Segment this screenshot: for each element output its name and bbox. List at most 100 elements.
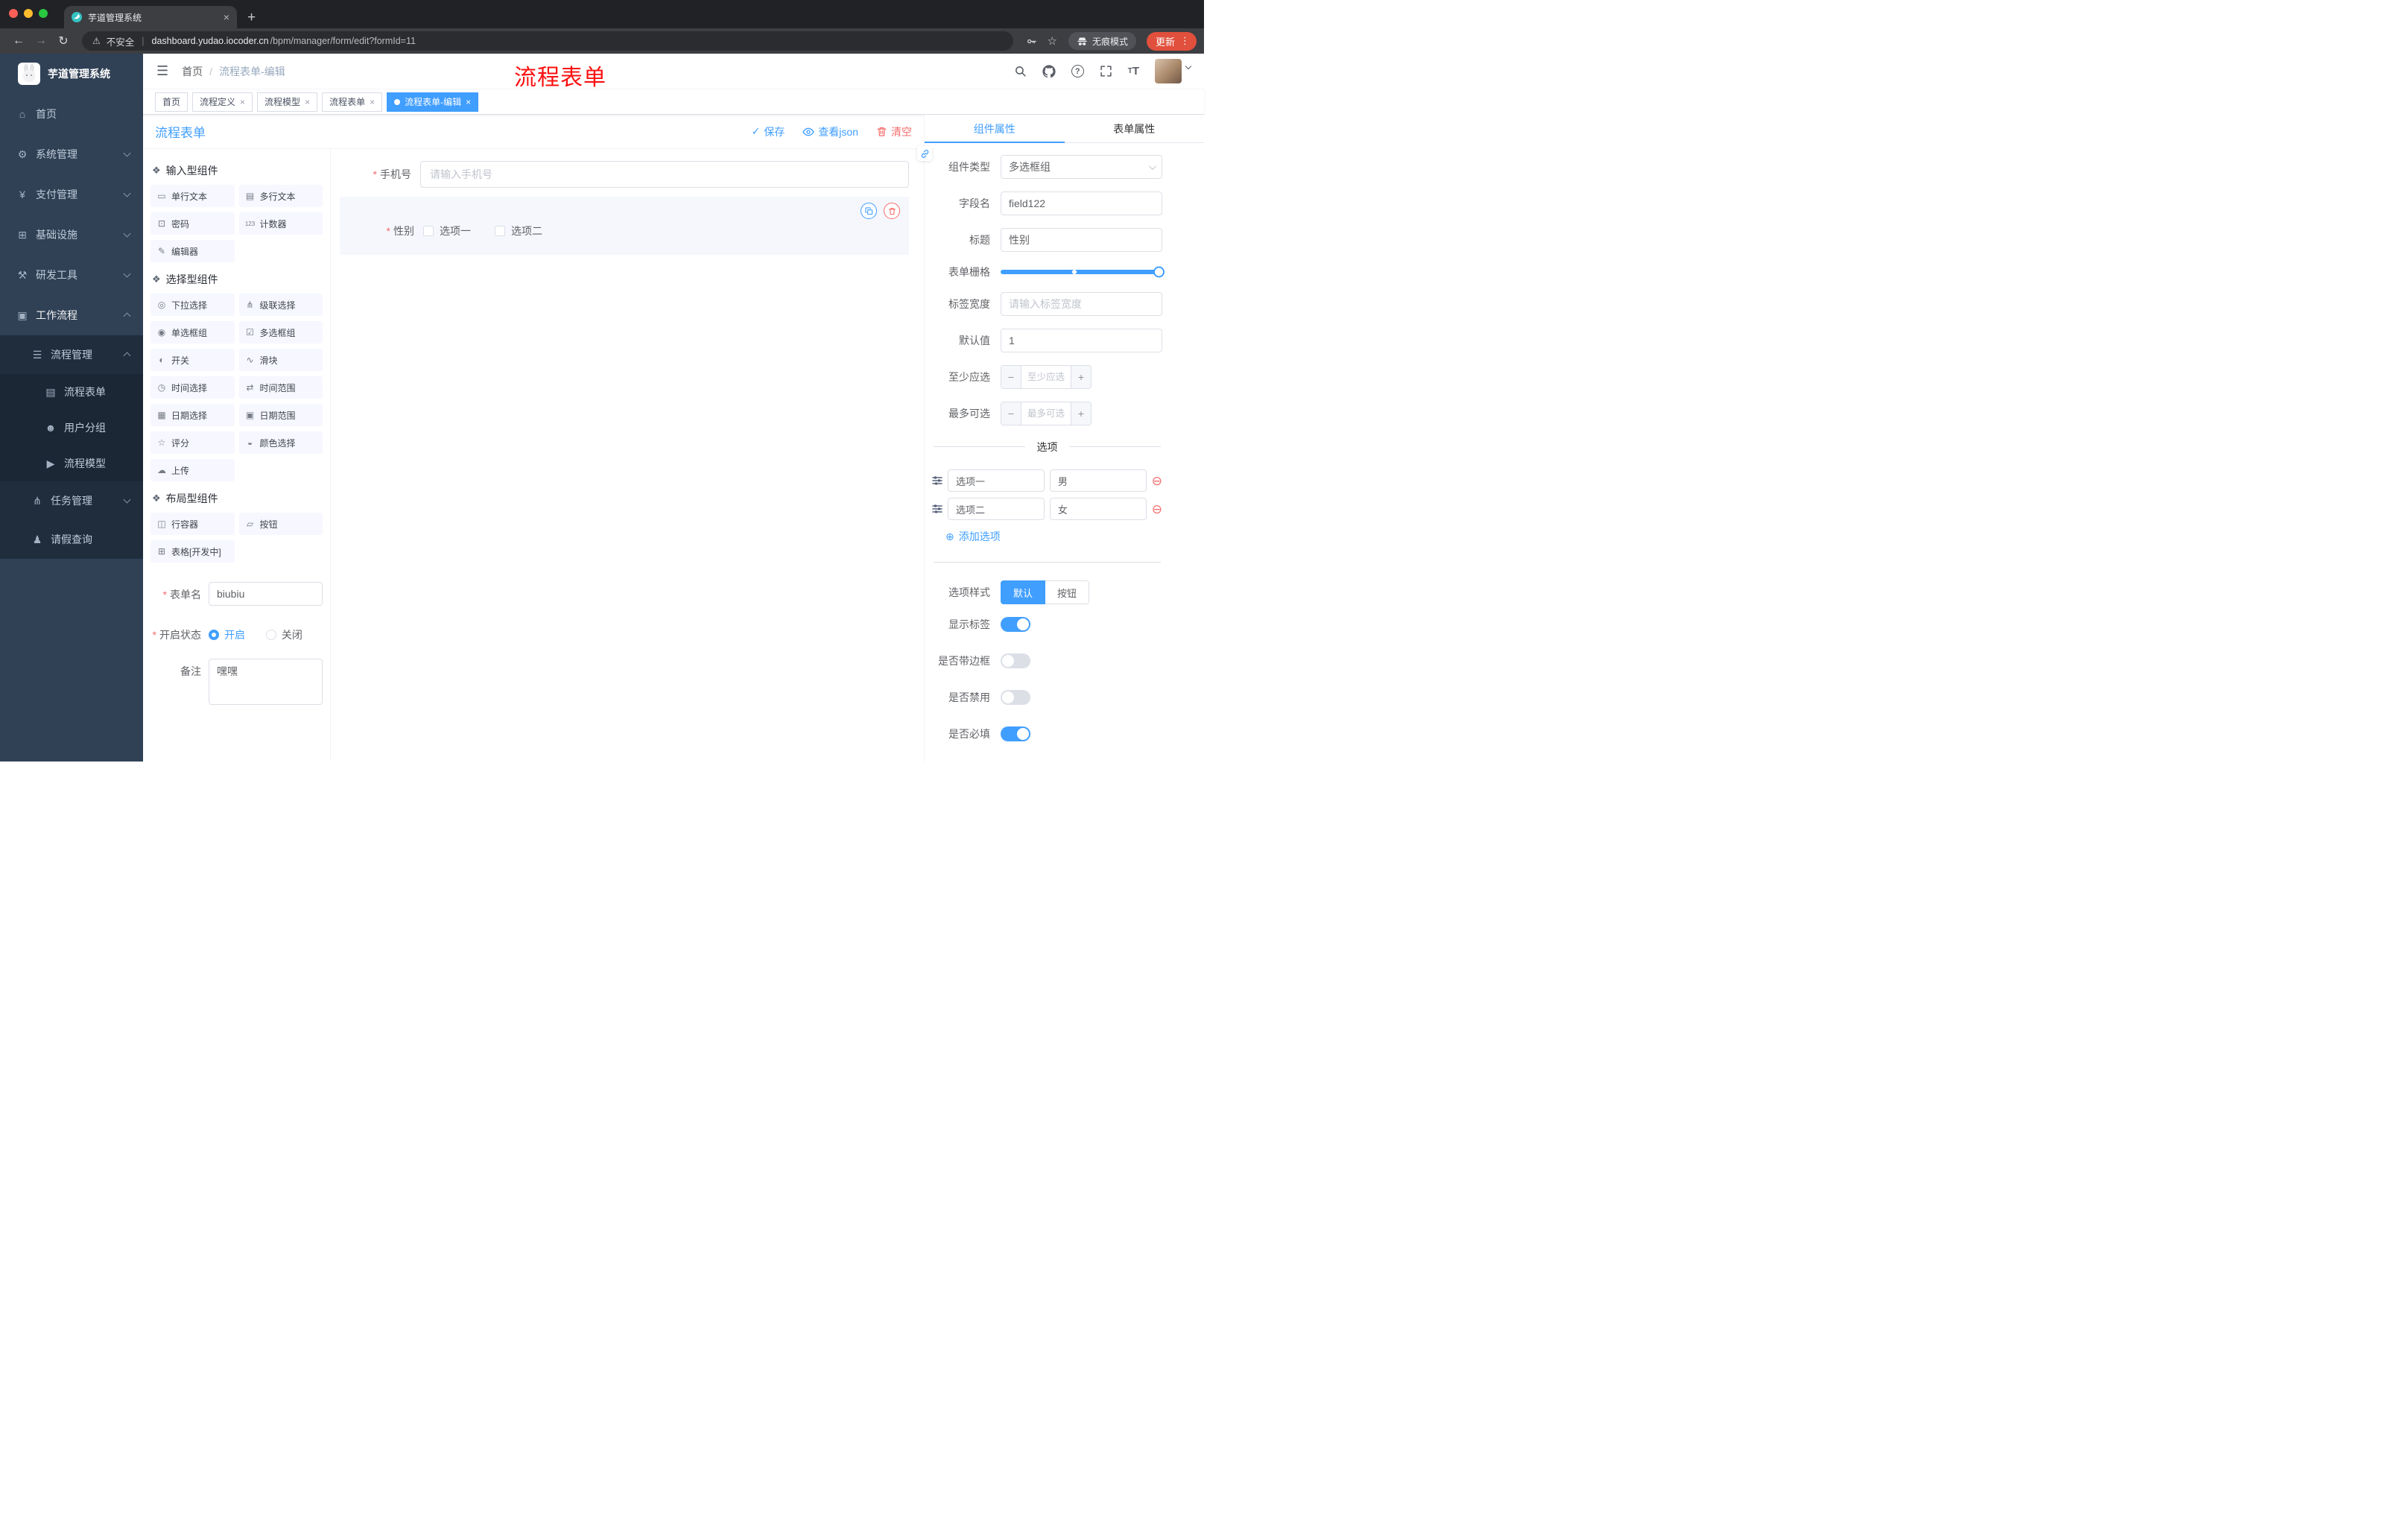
palette-item-multi-line-text[interactable]: ▤ 多行文本 [238,185,323,207]
tag-close-icon[interactable]: × [370,97,375,107]
sidebar-item-dev-tools[interactable]: ⚒ 研发工具 [0,255,143,295]
min-select-input[interactable] [1021,366,1071,388]
palette-item-select[interactable]: ◎ 下拉选择 [150,294,235,316]
palette-item-checkbox-group[interactable]: ☑ 多选框组 [238,321,323,343]
palette-item-row-container[interactable]: ◫ 行容器 [150,513,235,535]
palette-item-button[interactable]: ▱ 按钮 [238,513,323,535]
palette-item-editor[interactable]: ✎ 编辑器 [150,240,235,262]
label-width-input[interactable] [1001,292,1162,316]
sidebar-item-infrastructure[interactable]: ⊞ 基础设施 [0,215,143,255]
help-icon[interactable]: ? [1071,65,1084,77]
slider-handle[interactable] [1153,266,1165,278]
tag-close-icon[interactable]: × [305,97,310,107]
option-label-input[interactable] [948,469,1045,492]
clear-button[interactable]: 清空 [876,124,912,139]
link-icon[interactable] [917,146,932,161]
palette-item-radio-group[interactable]: ◉ 单选框组 [150,321,235,343]
font-size-icon[interactable]: TT [1128,65,1139,77]
default-value-input[interactable] [1001,329,1162,352]
palette-item-counter[interactable]: 123 计数器 [238,212,323,235]
form-canvas[interactable]: 手机号 性别 选项一 选项二 [331,149,924,762]
decrement-button[interactable]: − [1001,366,1021,388]
required-switch[interactable] [1001,726,1030,741]
checkbox-option-2[interactable]: 选项二 [495,224,542,238]
form-grid-slider[interactable] [1001,266,1165,278]
option-style-button-button[interactable]: 按钮 [1045,580,1090,604]
view-json-button[interactable]: 查看json [802,124,858,139]
phone-input[interactable] [420,161,909,188]
radio-open[interactable]: 开启 [209,622,245,642]
option-label-input[interactable] [948,498,1045,520]
zoom-window-button[interactable] [39,9,48,18]
back-button[interactable]: ← [7,34,30,48]
new-tab-button[interactable]: + [247,10,256,25]
with-border-switch[interactable] [1001,653,1030,668]
sidebar-item-process-form[interactable]: ▤ 流程表单 [0,374,143,410]
remove-option-icon[interactable]: ⊖ [1152,503,1162,516]
sidebar-item-process-model[interactable]: ▶ 流程模型 [0,446,143,481]
delete-component-button[interactable] [884,203,900,219]
drag-handle-icon[interactable] [932,475,942,486]
sidebar-item-home[interactable]: ⌂ 首页 [0,94,143,134]
add-option-button[interactable]: ⊕ 添加选项 [945,529,1162,544]
increment-button[interactable]: + [1071,366,1091,388]
field-name-input[interactable] [1001,191,1162,215]
tag-close-icon[interactable]: × [466,97,471,107]
browser-menu-update-button[interactable]: 更新 ⋮ [1146,31,1197,51]
palette-item-upload[interactable]: ☁ 上传 [150,459,235,481]
palette-item-slider[interactable]: ∿ 滑块 [238,349,323,371]
tab-component-props[interactable]: 组件属性 [925,115,1065,143]
bookmark-star-icon[interactable]: ☆ [1048,34,1057,48]
github-icon[interactable] [1042,64,1056,78]
show-label-switch[interactable] [1001,617,1030,632]
forward-button[interactable]: → [30,34,52,48]
checkbox-option-1[interactable]: 选项一 [423,224,471,238]
sidebar-item-payment-mgmt[interactable]: ¥ 支付管理 [0,174,143,215]
palette-item-date-picker[interactable]: ▦ 日期选择 [150,404,235,426]
palette-item-cascader[interactable]: ⋔ 级联选择 [238,294,323,316]
remove-option-icon[interactable]: ⊖ [1152,475,1162,487]
tag-process-form[interactable]: 流程表单 × [322,92,383,112]
minimize-window-button[interactable] [24,9,33,18]
remark-textarea[interactable]: 嘿嘿 [209,659,323,705]
key-icon[interactable] [1026,36,1037,47]
disabled-switch[interactable] [1001,690,1030,705]
fullscreen-icon[interactable] [1100,65,1112,77]
browser-tab[interactable]: 芋道管理系统 × [64,6,237,28]
drag-handle-icon[interactable] [932,504,942,514]
sidebar-item-workflow[interactable]: ▣ 工作流程 [0,295,143,335]
palette-item-date-range[interactable]: ▣ 日期范围 [238,404,323,426]
search-icon[interactable] [1014,65,1027,77]
option-value-input[interactable] [1049,469,1147,492]
sidebar-item-user-group[interactable]: ☻ 用户分组 [0,410,143,446]
palette-item-time-picker[interactable]: ◷ 时间选择 [150,376,235,399]
radio-closed[interactable]: 关闭 [265,622,302,642]
tag-process-form-edit[interactable]: 流程表单-编辑 × [387,92,479,112]
palette-item-switch[interactable]: ◐ 开关 [150,349,235,371]
title-input[interactable] [1001,228,1162,252]
tag-home[interactable]: 首页 [155,92,188,112]
app-logo[interactable]: 芋道管理系统 [0,54,143,94]
decrement-button[interactable]: − [1001,402,1021,425]
copy-component-button[interactable] [861,203,877,219]
palette-item-color-picker[interactable]: ◒ 颜色选择 [238,431,323,454]
avatar[interactable] [1155,59,1182,83]
component-type-select[interactable]: 多选框组 [1001,155,1162,179]
sidebar-item-leave-query[interactable]: ♟ 请假查询 [0,520,143,559]
breadcrumb-home[interactable]: 首页 [182,64,203,79]
tag-close-icon[interactable]: × [240,97,245,107]
canvas-field-phone[interactable]: 手机号 [340,161,909,188]
palette-item-rate[interactable]: ☆ 评分 [150,431,235,454]
address-bar[interactable]: ⚠ 不安全 | dashboard.yudao.iocoder.cn/bpm/m… [82,31,1013,51]
tag-process-definition[interactable]: 流程定义 × [192,92,253,112]
increment-button[interactable]: + [1071,402,1091,425]
palette-item-single-line-text[interactable]: ▭ 单行文本 [150,185,235,207]
sidebar-toggle-icon[interactable]: ☰ [156,63,168,79]
palette-item-time-range[interactable]: ⇄ 时间范围 [238,376,323,399]
palette-item-table[interactable]: ⊞ 表格[开发中] [150,540,235,563]
sidebar-item-process-mgmt[interactable]: ☰ 流程管理 [0,335,143,374]
tag-process-model[interactable]: 流程模型 × [257,92,318,112]
user-menu[interactable] [1155,59,1192,83]
sidebar-item-system-mgmt[interactable]: ⚙ 系统管理 [0,134,143,174]
option-value-input[interactable] [1049,498,1147,520]
